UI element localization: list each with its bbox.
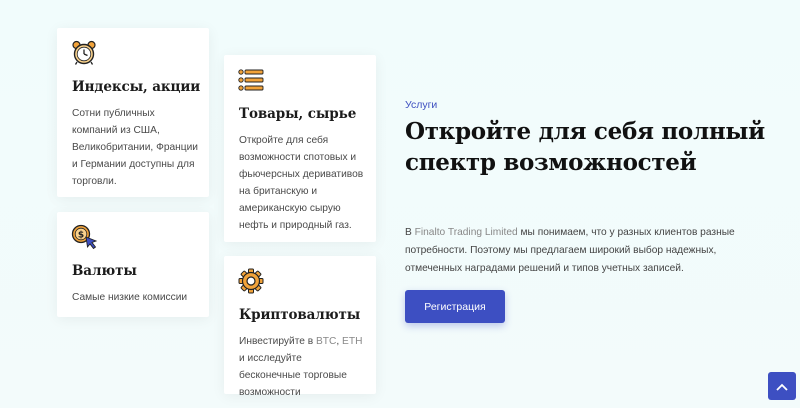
register-button[interactable]: Регистрация bbox=[405, 290, 505, 323]
card-title: Валюты bbox=[72, 263, 137, 279]
card-title: Товары, сырье bbox=[239, 106, 357, 122]
card-title: Индексы, акции bbox=[72, 79, 201, 95]
card-currencies: $ Валюты Самые низкие комиссии bbox=[57, 212, 209, 317]
card-text: Сотни публичных компаний из США, Великоб… bbox=[72, 108, 198, 187]
card-crypto: Криптовалюты Инвестируйте в BTC, ETH и и… bbox=[224, 256, 376, 398]
section-label: Услуги bbox=[405, 99, 438, 111]
brand-name: Finalto Trading Limited bbox=[414, 227, 518, 238]
gear-icon bbox=[238, 268, 264, 299]
svg-text:$: $ bbox=[78, 231, 84, 241]
btc-mention: BTC bbox=[316, 336, 337, 347]
hero-description: В Finalto Trading Limited мы понимаем, ч… bbox=[405, 227, 735, 274]
list-icon bbox=[238, 69, 264, 96]
eth-mention: ETH bbox=[342, 336, 363, 347]
card-title: Криптовалюты bbox=[239, 307, 361, 323]
card-commodities: Товары, сырье Откройте для себя возможно… bbox=[224, 55, 376, 242]
card-text: Откройте для себя возможности спотовых и… bbox=[239, 135, 364, 231]
scroll-top-button[interactable] bbox=[768, 372, 796, 400]
card-indices-stocks: Индексы, акции Сотни публичных компаний … bbox=[57, 28, 209, 197]
alarm-clock-icon bbox=[71, 40, 97, 71]
coin-cursor-icon: $ bbox=[71, 224, 99, 255]
chevron-up-icon bbox=[776, 379, 788, 394]
card-text: Самые низкие комиссии bbox=[72, 292, 188, 303]
card-text: Инвестируйте в BTC, ETH и исследуйте бес… bbox=[239, 336, 363, 398]
page-title: Откройте для себя полный спектр возможно… bbox=[405, 118, 765, 176]
